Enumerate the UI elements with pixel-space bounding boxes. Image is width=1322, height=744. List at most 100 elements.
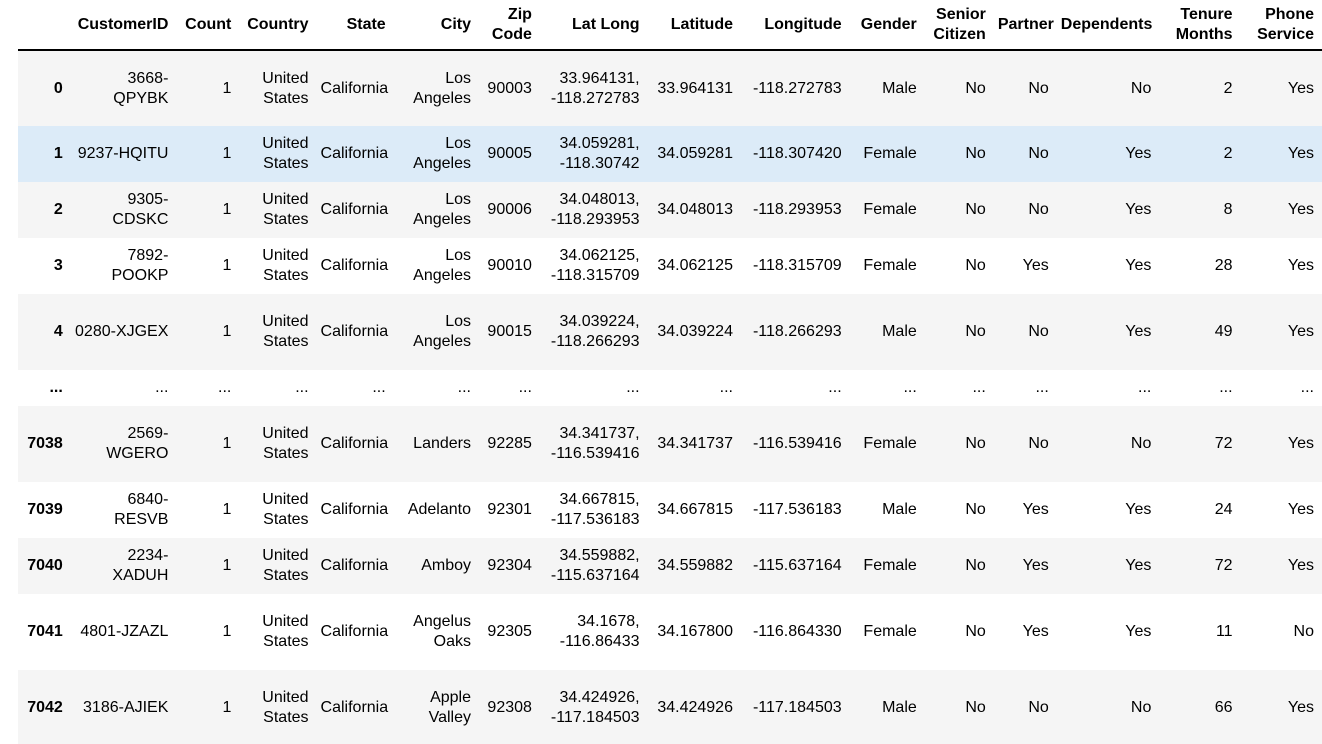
- cell-state: California: [320, 557, 389, 574]
- column-header-senior-citizen: Senior Citizen: [924, 0, 994, 51]
- table-header-row: CustomerID Count Country State City Zip Code L…: [18, 0, 1322, 51]
- cell-longitude: -115.637164: [752, 557, 842, 574]
- cell-count: 1: [222, 699, 232, 716]
- cell-count: 1: [222, 323, 232, 340]
- cell-phone-service: Yes: [1287, 501, 1314, 518]
- cell-gender: Male: [882, 79, 917, 97]
- cell-senior-citizen: No: [965, 79, 986, 97]
- column-header-count: Count: [176, 0, 240, 51]
- cell-senior-citizen: No: [965, 623, 986, 640]
- row-index: 7042: [27, 699, 63, 716]
- cell-tenure-months: 66: [1214, 699, 1233, 716]
- cell-senior-citizen: No: [965, 435, 986, 452]
- row-index: 1: [53, 145, 63, 162]
- cell-city: Apple Valley: [428, 689, 471, 726]
- cell-gender: Male: [882, 501, 917, 518]
- table-row: 7042 3186-AJIEK 1 United States California Ap…: [18, 670, 1322, 744]
- cell-lat-long: 34.667815, -117.536183: [550, 491, 640, 528]
- notebook-output: CustomerID Count Country State City Zip Code L…: [0, 0, 1322, 744]
- cell-senior-citizen: ...: [972, 379, 986, 396]
- cell-state: California: [320, 79, 389, 97]
- table-row: 7038 2569-WGERO 1 United States California La…: [18, 406, 1322, 482]
- cell-lat-long: 34.059281, -118.30742: [559, 135, 640, 172]
- row-index: 7039: [27, 501, 63, 518]
- cell-lat-long: 34.424926, -117.184503: [550, 689, 640, 726]
- row-index: 0: [53, 79, 63, 97]
- table-row: 7039 6840-RESVB 1 United States California Ad…: [18, 482, 1322, 538]
- cell-zip-code: 90015: [487, 323, 532, 340]
- cell-state: California: [320, 257, 389, 274]
- cell-phone-service: Yes: [1287, 145, 1314, 162]
- cell-city: Adelanto: [407, 501, 471, 518]
- column-header-partner: Partner: [993, 0, 1057, 51]
- cell-partner: ...: [1035, 379, 1049, 396]
- cell-lat-long: 34.039224, -118.266293: [550, 313, 640, 350]
- cell-phone-service: Yes: [1287, 79, 1314, 97]
- cell-latitude: 34.048013: [657, 201, 733, 218]
- cell-senior-citizen: No: [965, 323, 986, 340]
- cell-gender: Male: [882, 323, 917, 340]
- cell-dependents: No: [1130, 699, 1152, 716]
- cell-partner: Yes: [1022, 557, 1049, 574]
- cell-zip-code: 90003: [487, 79, 532, 97]
- cell-city: Los Angeles: [413, 313, 471, 350]
- cell-dependents: Yes: [1125, 201, 1152, 218]
- cell-longitude: -117.184503: [752, 699, 842, 716]
- cell-tenure-months: 2: [1223, 145, 1233, 162]
- cell-lat-long: 33.964131, -118.272783: [550, 69, 640, 107]
- cell-lat-long: 34.341737, -116.539416: [550, 425, 640, 462]
- cell-gender: Female: [863, 557, 917, 574]
- cell-longitude: -118.266293: [752, 323, 842, 340]
- cell-customerid: 7892-POOKP: [111, 247, 169, 284]
- cell-customerid: 2569-WGERO: [106, 425, 169, 462]
- cell-country: United States: [262, 689, 309, 726]
- cell-zip-code: ...: [518, 379, 532, 396]
- cell-tenure-months: 24: [1214, 501, 1233, 518]
- cell-customerid: 3186-AJIEK: [83, 699, 169, 716]
- cell-city: Angelus Oaks: [413, 613, 471, 650]
- cell-longitude: -118.307420: [752, 145, 842, 162]
- cell-country: United States: [262, 613, 309, 650]
- cell-senior-citizen: No: [965, 557, 986, 574]
- cell-country: United States: [262, 135, 309, 172]
- cell-zip-code: 90005: [487, 145, 532, 162]
- row-index: 7041: [27, 623, 63, 640]
- cell-dependents: ...: [1138, 379, 1152, 396]
- cell-longitude: -118.272783: [752, 79, 842, 97]
- cell-partner: Yes: [1022, 623, 1049, 640]
- cell-count: 1: [222, 557, 232, 574]
- cell-customerid: ...: [155, 379, 169, 396]
- cell-country: United States: [262, 191, 309, 228]
- cell-gender: ...: [903, 379, 917, 396]
- cell-tenure-months: 11: [1215, 623, 1233, 640]
- cell-customerid: 9237-HQITU: [77, 145, 169, 162]
- cell-customerid: 0280-XJGEX: [75, 323, 169, 340]
- cell-customerid: 4801-JZAZL: [80, 623, 169, 640]
- cell-count: 1: [222, 145, 232, 162]
- cell-latitude: 34.559882: [657, 557, 733, 574]
- cell-latitude: 34.039224: [657, 323, 733, 340]
- cell-gender: Female: [863, 623, 917, 640]
- cell-count: 1: [222, 623, 232, 640]
- cell-state: ...: [372, 379, 386, 396]
- column-header-dependents: Dependents: [1056, 0, 1160, 51]
- cell-state: California: [320, 699, 389, 716]
- cell-phone-service: ...: [1300, 379, 1314, 396]
- column-header-city: City: [393, 0, 479, 51]
- cell-zip-code: 92301: [487, 501, 532, 518]
- cell-gender: Female: [863, 145, 917, 162]
- cell-lat-long: 34.559882, -115.637164: [550, 547, 640, 584]
- cell-tenure-months: 8: [1223, 201, 1233, 218]
- table-row: 4 0280-XJGEX 1 United States California Los A…: [18, 294, 1322, 370]
- cell-state: California: [320, 501, 389, 518]
- row-index: ...: [49, 379, 63, 396]
- cell-dependents: Yes: [1125, 323, 1152, 340]
- cell-dependents: Yes: [1125, 557, 1152, 574]
- cell-latitude: 34.424926: [657, 699, 733, 716]
- cell-dependents: No: [1130, 79, 1152, 97]
- cell-phone-service: Yes: [1287, 257, 1314, 274]
- column-header-tenure-months: Tenure Months: [1159, 0, 1241, 51]
- column-header-country: Country: [239, 0, 317, 51]
- cell-dependents: Yes: [1125, 257, 1152, 274]
- cell-partner: No: [1028, 323, 1049, 340]
